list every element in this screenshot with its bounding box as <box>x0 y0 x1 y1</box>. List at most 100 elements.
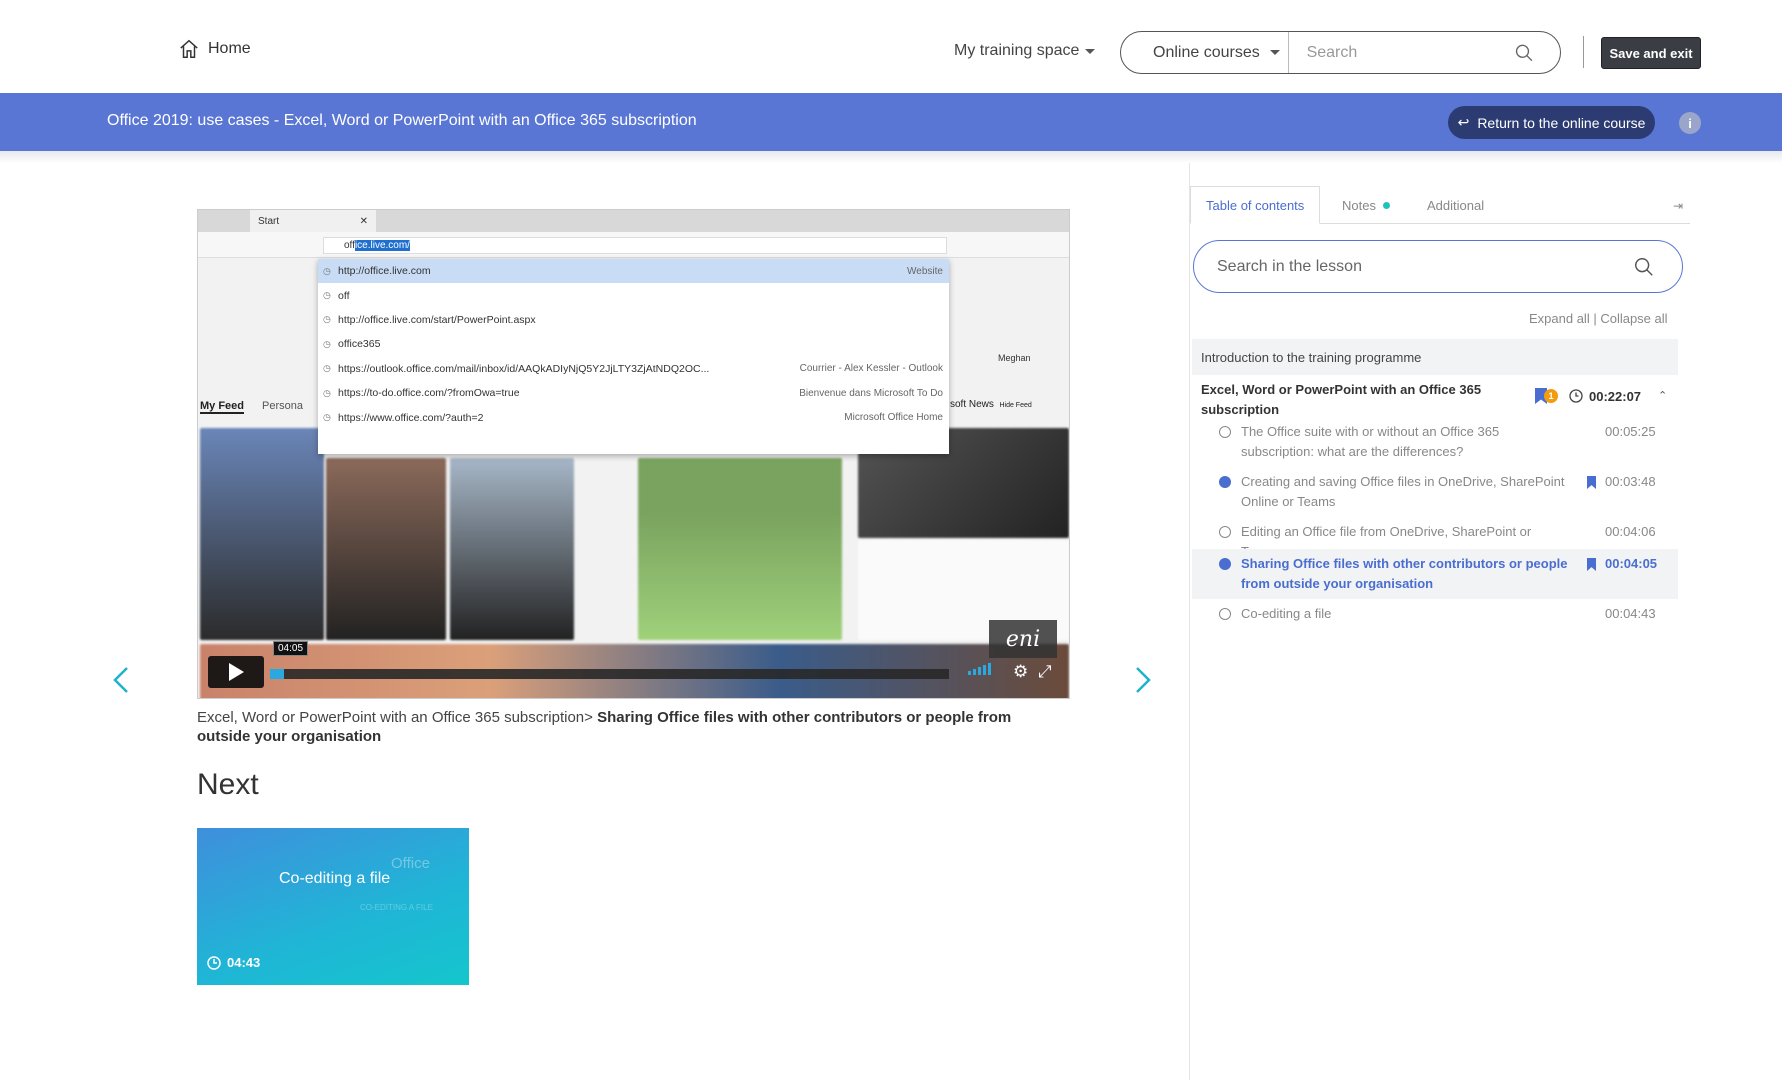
address-suggestion-item[interactable]: http://office.live.com Website <box>318 259 949 284</box>
global-search: Online courses <box>1120 31 1561 74</box>
lesson-duration: 00:04:05 <box>1605 556 1658 571</box>
course-banner: Office 2019: use cases - Excel, Word or … <box>0 93 1782 151</box>
breadcrumb: Excel, Word or PowerPoint with an Office… <box>197 708 1057 746</box>
top-bar: Home My training space Online courses Sa… <box>0 0 1782 93</box>
return-to-course-button[interactable]: ↩ Return to the online course <box>1448 106 1655 139</box>
news-label-text: soft News <box>950 399 994 410</box>
home-label: Home <box>208 40 251 57</box>
office-watermark: Office <box>391 855 430 872</box>
clock-icon <box>207 955 221 970</box>
play-icon <box>229 663 244 681</box>
video-player[interactable]: Start ✕ office.live.com/ Meghan My Feed … <box>197 209 1070 699</box>
toc-lesson-item[interactable]: Editing an Office file from OneDrive, Sh… <box>1192 518 1678 559</box>
lesson-title: Creating and saving Office files in OneD… <box>1241 474 1565 509</box>
toc-lesson-item[interactable]: The Office suite with or without an Offi… <box>1192 418 1678 468</box>
training-space-menu[interactable]: My training space <box>954 42 1096 60</box>
toc-chapter[interactable]: Excel, Word or PowerPoint with an Office… <box>1192 376 1678 418</box>
previous-arrow-icon[interactable] <box>112 666 130 694</box>
address-suggestion-item[interactable]: http://office.live.com/start/PowerPoint.… <box>318 308 949 332</box>
sidebar-tabs: Table of contents Notes Additional <box>1190 186 1690 224</box>
address-typed: off <box>344 240 355 251</box>
collapse-all-link[interactable]: Collapse all <box>1600 311 1667 326</box>
address-suggestions: http://office.live.com Website off http://o… <box>318 259 949 454</box>
collapse-panel-icon[interactable]: ⇥ <box>1673 199 1683 213</box>
browser-user-name: Meghan <box>998 353 1031 363</box>
expand-all-link[interactable]: Expand all <box>1529 311 1590 326</box>
fullscreen-icon[interactable]: ⤢ <box>1038 662 1052 682</box>
watched-circle-icon <box>1219 558 1231 570</box>
news-label: soft News Hide Feed <box>950 399 1032 410</box>
video-controls: 04:05 ⚙ ⤢ <box>198 641 1069 698</box>
divider <box>1583 36 1584 68</box>
news-tile <box>450 458 574 640</box>
lesson-search-input[interactable] <box>1194 257 1633 276</box>
unwatched-circle-icon <box>1219 608 1231 620</box>
browser-tab-label: Start <box>258 215 280 227</box>
chevron-up-icon[interactable]: ⌃ <box>1658 389 1667 402</box>
save-and-exit-button[interactable]: Save and exit <box>1601 37 1701 69</box>
next-card-duration-text: 04:43 <box>227 955 261 970</box>
notes-indicator <box>1382 201 1390 209</box>
address-suggestion-item[interactable]: https://to-do.office.com/?fromOwa=true Bi… <box>318 381 949 405</box>
next-arrow-icon[interactable] <box>1134 666 1152 694</box>
lesson-duration: 00:04:43 <box>1605 606 1656 621</box>
news-tile <box>326 458 446 640</box>
search-icon[interactable] <box>1633 256 1655 278</box>
chevron-down-icon <box>1269 50 1280 55</box>
search-icon[interactable] <box>1514 42 1534 64</box>
next-video-card[interactable]: Office Co-editing a file CO-EDITING A FI… <box>197 828 469 985</box>
course-title: Office 2019: use cases - Excel, Word or … <box>107 112 697 129</box>
address-suggestion-item[interactable]: https://www.office.com/?auth=2 Microsoft … <box>318 405 949 429</box>
tab-notes[interactable]: Notes <box>1327 186 1405 224</box>
expand-collapse-controls: Expand all | Collapse all <box>1529 311 1668 326</box>
home-link[interactable]: Home <box>178 38 251 60</box>
tab-notes-label: Notes <box>1342 197 1376 213</box>
progress-bar[interactable] <box>270 669 949 679</box>
lesson-search <box>1193 240 1683 293</box>
next-heading: Next <box>197 768 259 801</box>
browser-tab: Start ✕ <box>250 210 376 232</box>
play-button[interactable] <box>208 656 264 688</box>
breadcrumb-parent[interactable]: Excel, Word or PowerPoint with an Office… <box>197 709 593 726</box>
news-tile <box>638 458 842 640</box>
lesson-duration: 00:03:48 <box>1605 474 1656 489</box>
suggestion-url: http://office.live.com/start/PowerPoint.… <box>338 313 536 326</box>
search-scope-select[interactable]: Online courses <box>1121 32 1289 73</box>
toc-lesson-item-current[interactable]: Sharing Office files with other contribu… <box>1192 549 1678 599</box>
chapter-duration: 00:22:07 <box>1589 389 1642 404</box>
bookmark-icon <box>1587 476 1596 489</box>
tab-table-of-contents[interactable]: Table of contents <box>1190 186 1321 224</box>
unwatched-circle-icon <box>1219 426 1231 438</box>
next-card-duration: 04:43 <box>207 955 260 970</box>
search-input[interactable] <box>1288 43 1514 62</box>
bookmark-count-badge: 1 <box>1544 389 1558 403</box>
address-suggestion-item[interactable]: off <box>318 283 949 307</box>
lesson-title: Co-editing a file <box>1241 606 1332 621</box>
chapter-title: Excel, Word or PowerPoint with an Office… <box>1201 382 1482 417</box>
tab-additional[interactable]: Additional <box>1412 186 1499 224</box>
training-space-label: My training space <box>954 42 1080 59</box>
toc-lesson-item[interactable]: Co-editing a file 00:04:43 <box>1192 599 1678 629</box>
volume-icon[interactable] <box>968 663 991 675</box>
feed-tab: My Feed <box>200 400 245 414</box>
suggestion-label: Courrier - Alex Kessler - Outlook <box>799 363 943 375</box>
bookmark-icon <box>1587 558 1596 571</box>
suggestion-url: https://to-do.office.com/?fromOwa=true <box>338 387 520 400</box>
suggestion-url: https://www.office.com/?auth=2 <box>338 411 484 424</box>
banner-shadow <box>0 151 1782 163</box>
info-icon[interactable]: i <box>1679 112 1701 134</box>
suggestion-label: Bienvenue dans Microsoft To Do <box>799 387 943 399</box>
search-scope-label: Online courses <box>1153 43 1260 61</box>
suggestion-url: http://office.live.com <box>338 265 431 278</box>
suggestion-label: Website <box>907 265 943 277</box>
toc-intro-item[interactable]: Introduction to the training programme <box>1192 339 1678 375</box>
settings-gear-icon[interactable]: ⚙ <box>1013 662 1028 682</box>
browser-addressbar: office.live.com/ <box>198 232 1069 258</box>
address-suggestion-item[interactable]: https://outlook.office.com/mail/inbox/id… <box>318 357 949 381</box>
toc-lesson-item[interactable]: Creating and saving Office files in OneD… <box>1192 468 1678 518</box>
lesson-duration: 00:05:25 <box>1605 424 1656 439</box>
address-suggestion-item[interactable]: office365 <box>318 332 949 356</box>
return-label: Return to the online course <box>1477 114 1646 131</box>
hide-feed-text: Hide Feed <box>999 402 1032 409</box>
lesson-duration: 00:04:06 <box>1605 524 1656 539</box>
